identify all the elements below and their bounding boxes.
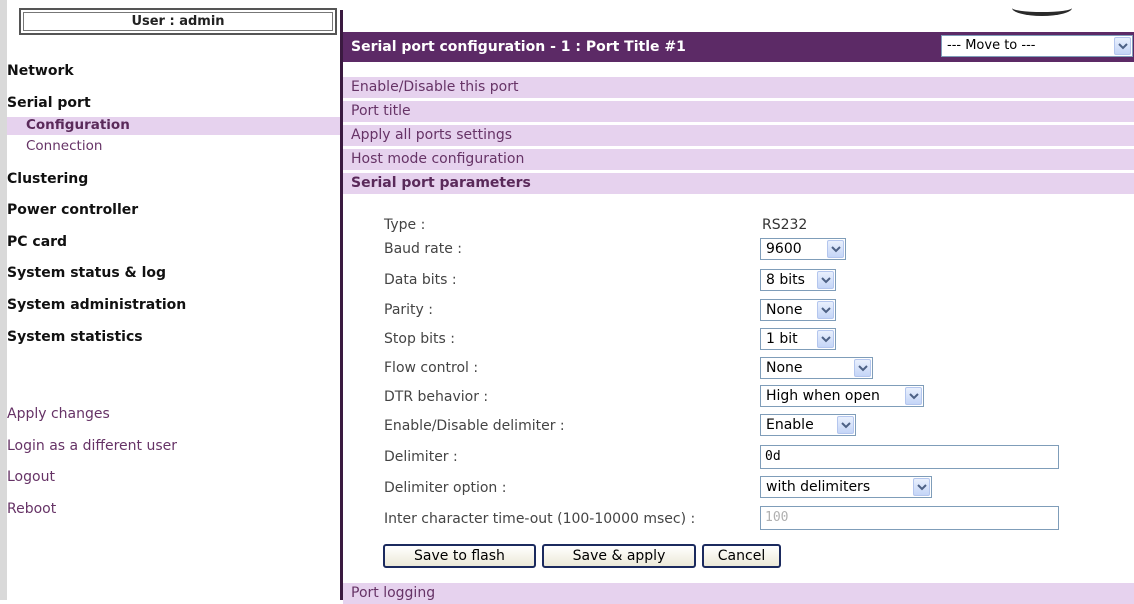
apply-changes-link[interactable]: Apply changes <box>7 406 110 422</box>
page-title: Serial port configuration - 1 : Port Tit… <box>351 39 686 55</box>
cancel-button[interactable]: Cancel <box>702 544 781 568</box>
delimiter-option-select[interactable]: with delimiters <box>760 476 932 498</box>
nav-network[interactable]: Network <box>7 63 74 79</box>
chevron-down-icon[interactable] <box>817 271 834 289</box>
chevron-down-icon[interactable] <box>1114 37 1131 55</box>
move-to-select[interactable]: --- Move to --- <box>941 35 1133 57</box>
user-box: User : admin <box>19 8 337 35</box>
nav-system-administration[interactable]: System administration <box>7 297 186 313</box>
parity-value: None <box>766 302 803 318</box>
delimiter-enable-select[interactable]: Enable <box>760 414 856 436</box>
nav-power-controller[interactable]: Power controller <box>7 202 138 218</box>
user-label: User : admin <box>23 12 333 31</box>
section-host-mode[interactable]: Host mode configuration <box>343 149 1134 170</box>
parity-select[interactable]: None <box>760 299 836 321</box>
baud-rate-label: Baud rate : <box>384 241 462 257</box>
move-to-value: --- Move to --- <box>947 38 1036 53</box>
chevron-down-icon[interactable] <box>905 387 922 405</box>
baud-rate-select[interactable]: 9600 <box>760 238 846 260</box>
nav-sub-configuration[interactable]: Configuration <box>7 117 340 135</box>
delimiter-option-value: with delimiters <box>766 479 871 495</box>
dtr-behavior-label: DTR behavior : <box>384 389 489 405</box>
baud-rate-value: 9600 <box>766 241 802 257</box>
stop-bits-select[interactable]: 1 bit <box>760 328 836 350</box>
nav-pc-card[interactable]: PC card <box>7 234 67 250</box>
save-and-apply-button[interactable]: Save & apply <box>542 544 696 568</box>
dtr-behavior-select[interactable]: High when open <box>760 385 924 407</box>
nav-clustering[interactable]: Clustering <box>7 171 88 187</box>
data-bits-label: Data bits : <box>384 272 457 288</box>
chevron-down-icon[interactable] <box>817 330 834 348</box>
logo-swoosh <box>1012 0 1072 16</box>
flow-control-label: Flow control : <box>384 360 479 376</box>
delimiter-label: Delimiter : <box>384 449 458 465</box>
parity-label: Parity : <box>384 302 433 318</box>
nav-system-statistics[interactable]: System statistics <box>7 329 143 345</box>
sidebar: User : admin Network Serial port Configu… <box>7 0 340 600</box>
flow-control-select[interactable]: None <box>760 357 873 379</box>
inter-char-timeout-label: Inter character time-out (100-10000 msec… <box>384 511 696 527</box>
dtr-behavior-value: High when open <box>766 388 880 404</box>
section-serial-port-parameters[interactable]: Serial port parameters <box>343 173 1134 194</box>
chevron-down-icon[interactable] <box>827 240 844 258</box>
chevron-down-icon[interactable] <box>913 478 930 496</box>
nav-serial-port[interactable]: Serial port <box>7 95 91 111</box>
page-header: Serial port configuration - 1 : Port Tit… <box>343 32 1134 62</box>
section-enable-disable-port[interactable]: Enable/Disable this port <box>343 77 1134 98</box>
chevron-down-icon[interactable] <box>854 359 871 377</box>
data-bits-value: 8 bits <box>766 272 805 288</box>
section-port-title[interactable]: Port title <box>343 101 1134 122</box>
sidebar-divider <box>340 10 343 600</box>
type-label: Type : <box>384 217 426 233</box>
save-to-flash-button[interactable]: Save to flash <box>383 544 536 568</box>
inter-char-timeout-input[interactable]: 100 <box>760 506 1059 530</box>
reboot-link[interactable]: Reboot <box>7 501 56 517</box>
flow-control-value: None <box>766 360 803 376</box>
delimiter-enable-label: Enable/Disable delimiter : <box>384 418 565 434</box>
section-apply-all-ports[interactable]: Apply all ports settings <box>343 125 1134 146</box>
data-bits-select[interactable]: 8 bits <box>760 269 836 291</box>
stop-bits-label: Stop bits : <box>384 331 456 347</box>
stop-bits-value: 1 bit <box>766 331 798 347</box>
delimiter-enable-value: Enable <box>766 417 814 433</box>
delimiter-option-label: Delimiter option : <box>384 480 507 496</box>
chevron-down-icon[interactable] <box>817 301 834 319</box>
nav-system-status-log[interactable]: System status & log <box>7 265 166 281</box>
chevron-down-icon[interactable] <box>837 416 854 434</box>
delimiter-input[interactable]: 0d <box>760 445 1059 469</box>
logout-link[interactable]: Logout <box>7 469 55 485</box>
nav-sub-connection[interactable]: Connection <box>7 138 340 156</box>
type-value: RS232 <box>762 217 808 233</box>
section-port-logging[interactable]: Port logging <box>343 583 1134 604</box>
window-left-edge <box>0 0 7 600</box>
login-different-user-link[interactable]: Login as a different user <box>7 438 177 454</box>
